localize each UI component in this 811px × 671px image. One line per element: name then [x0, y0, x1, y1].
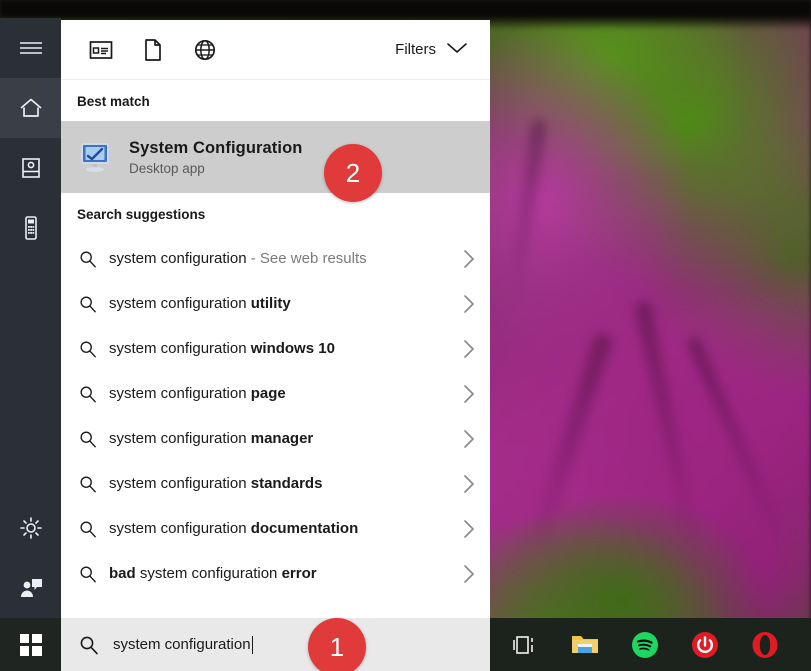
- search-icon: [79, 385, 109, 403]
- suggestion-row[interactable]: system configuration manager: [61, 416, 490, 461]
- suggestion-row[interactable]: system configuration documentation: [61, 506, 490, 551]
- suggestion-row[interactable]: system configuration standards: [61, 461, 490, 506]
- sidebar-item-device[interactable]: [0, 198, 61, 258]
- text-caret: [252, 636, 254, 654]
- search-icon: [79, 475, 109, 493]
- chevron-right-icon: [462, 428, 476, 450]
- suggestion-row[interactable]: system configuration - See web results: [61, 236, 490, 281]
- start-menu-rail: [0, 18, 61, 618]
- hamburger-menu-icon[interactable]: [0, 18, 61, 78]
- search-icon: [79, 340, 109, 358]
- search-input[interactable]: system configuration: [61, 618, 490, 671]
- spotify-icon[interactable]: [630, 630, 660, 660]
- search-icon: [79, 635, 113, 655]
- panel-toolbar: Filters: [61, 20, 490, 80]
- chevron-right-icon: [462, 338, 476, 360]
- step-badge-2: 2: [324, 144, 382, 202]
- chevron-right-icon: [462, 518, 476, 540]
- search-flyout-panel: Filters Best match: [61, 20, 490, 618]
- start-button[interactable]: [0, 618, 61, 671]
- search-icon: [79, 565, 109, 583]
- suggestion-row[interactable]: system configuration windows 10: [61, 326, 490, 371]
- step-badge-1: 1: [308, 618, 366, 671]
- rail-spacer: [0, 258, 61, 498]
- suggestion-label: system configuration manager: [109, 430, 313, 447]
- search-suggestions-list: system configuration - See web results sy…: [61, 234, 490, 596]
- chevron-right-icon: [462, 383, 476, 405]
- best-match-text: System Configuration Desktop app: [129, 139, 302, 176]
- search-input-value: system configuration: [113, 636, 251, 653]
- gear-icon[interactable]: [0, 498, 61, 558]
- suggestion-row[interactable]: system configuration utility: [61, 281, 490, 326]
- suggestion-label: system configuration utility: [109, 295, 291, 312]
- suggestion-row[interactable]: bad system configuration error: [61, 551, 490, 596]
- sidebar-item-notebook[interactable]: [0, 138, 61, 198]
- system-configuration-icon: [77, 138, 115, 176]
- filters-button[interactable]: Filters: [395, 41, 476, 59]
- file-explorer-icon[interactable]: [570, 630, 600, 660]
- suggestion-row[interactable]: system configuration page: [61, 371, 490, 416]
- feedback-icon[interactable]: [0, 558, 61, 618]
- best-match-result[interactable]: System Configuration Desktop app: [61, 121, 490, 193]
- suggestion-label: system configuration page: [109, 385, 286, 402]
- suggestion-label: system configuration documentation: [109, 520, 358, 537]
- suggestion-label: system configuration standards: [109, 475, 322, 492]
- sidebar-item-home[interactable]: [0, 78, 61, 138]
- chevron-down-icon: [446, 41, 468, 59]
- search-icon: [79, 520, 109, 538]
- best-match-subtitle: Desktop app: [129, 161, 302, 176]
- tab-documents[interactable]: [127, 27, 179, 73]
- search-suggestions-heading: Search suggestions: [61, 193, 490, 234]
- opera-icon[interactable]: [750, 630, 780, 660]
- chevron-right-icon: [462, 248, 476, 270]
- power-app-icon[interactable]: [690, 630, 720, 660]
- task-view-icon[interactable]: [510, 630, 540, 660]
- taskbar-icon-group: [490, 630, 780, 660]
- search-icon: [79, 250, 109, 268]
- best-match-heading: Best match: [61, 80, 490, 121]
- filters-label: Filters: [395, 41, 436, 58]
- chevron-right-icon: [462, 293, 476, 315]
- screen: Filters Best match: [0, 0, 811, 671]
- search-icon: [79, 430, 109, 448]
- chevron-right-icon: [462, 473, 476, 495]
- tab-web[interactable]: [179, 27, 231, 73]
- suggestion-label: system configuration - See web results: [109, 250, 367, 267]
- windows-logo-icon: [20, 634, 42, 656]
- best-match-title: System Configuration: [129, 139, 302, 158]
- suggestion-label: system configuration windows 10: [109, 340, 335, 357]
- chevron-right-icon: [462, 563, 476, 585]
- search-icon: [79, 295, 109, 313]
- suggestion-label: bad system configuration error: [109, 565, 317, 582]
- tab-apps[interactable]: [75, 27, 127, 73]
